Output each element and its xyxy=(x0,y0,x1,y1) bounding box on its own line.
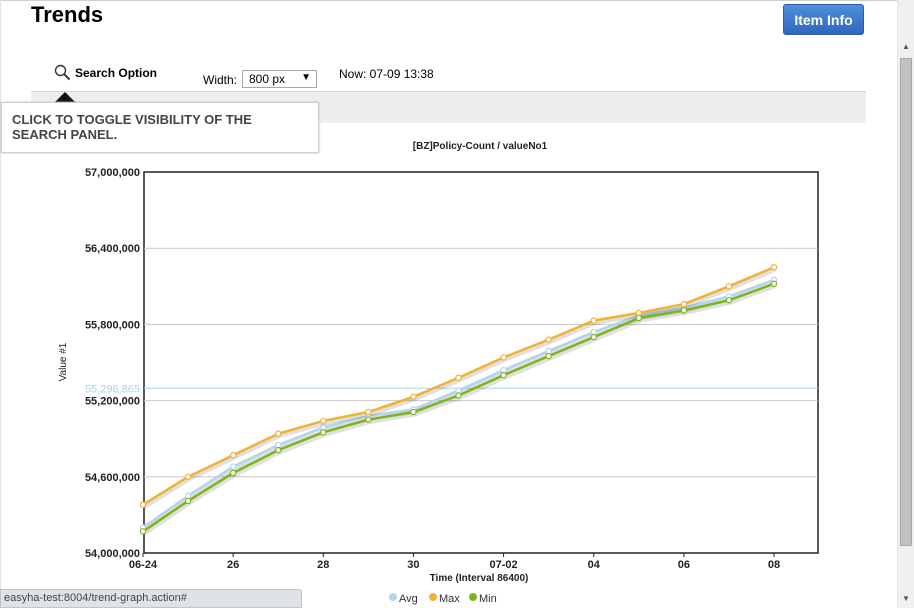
x-tick-label: 30 xyxy=(407,559,419,571)
data-point-max xyxy=(725,283,733,290)
data-point-max xyxy=(275,430,282,437)
data-point-max xyxy=(770,264,778,271)
data-point-min xyxy=(500,372,507,379)
data-point-max xyxy=(229,452,237,459)
data-point-max xyxy=(184,473,192,480)
legend-label-min: Min xyxy=(479,593,497,605)
reference-line-label: 55,296,865 xyxy=(85,383,140,395)
legend-label-avg: Avg xyxy=(399,593,418,605)
data-point-min xyxy=(455,392,462,399)
data-point-min xyxy=(545,352,552,360)
status-bar-url: easyha-test:8004/trend-graph.action# xyxy=(0,589,302,608)
x-tick-label: 26 xyxy=(227,559,239,571)
y-tick-label: 56,400,000 xyxy=(85,243,140,255)
data-point-max xyxy=(635,309,642,317)
data-point-avg xyxy=(590,328,597,336)
data-point-max xyxy=(500,354,507,361)
y-tick-label: 57,000,000 xyxy=(85,167,140,179)
data-point-avg xyxy=(455,387,462,394)
data-point-min xyxy=(184,497,192,505)
trend-chart: 57,000,000 56,400,000 55,800,000 55,200,000… xyxy=(58,141,819,605)
data-point-min xyxy=(229,469,237,477)
data-point-max xyxy=(410,393,417,400)
data-point-max xyxy=(320,417,327,425)
data-point-avg xyxy=(184,492,192,500)
legend-label-max: Max xyxy=(439,593,460,605)
data-point-min xyxy=(365,416,372,423)
data-point-min xyxy=(635,314,642,322)
data-point-min xyxy=(275,446,282,454)
data-point-max xyxy=(545,336,552,343)
data-point-max xyxy=(365,408,372,416)
y-tick-label: 55,800,000 xyxy=(85,319,140,331)
y-tick-label: 54,600,000 xyxy=(85,472,140,484)
data-point-max xyxy=(455,374,462,381)
data-point-min xyxy=(725,297,733,304)
data-point-min xyxy=(590,333,597,341)
x-tick-label: 06-24 xyxy=(129,559,158,571)
scroll-thumb[interactable] xyxy=(900,58,912,546)
legend-marker-avg xyxy=(389,593,397,601)
data-point-min xyxy=(770,280,778,287)
legend-marker-max xyxy=(429,593,437,601)
data-point-avg xyxy=(275,441,282,449)
x-tick-label: 06 xyxy=(678,559,690,571)
data-point-min xyxy=(139,528,147,535)
data-point-avg xyxy=(500,366,507,374)
chart-title: [BZ]Policy-Count / valueNo1 xyxy=(413,141,548,152)
vertical-scrollbar[interactable]: ▲ ▼ xyxy=(897,0,914,608)
data-point-min xyxy=(680,307,688,314)
scroll-down-icon[interactable]: ▼ xyxy=(898,590,914,607)
data-point-max xyxy=(680,300,688,308)
data-point-max xyxy=(590,317,597,324)
data-point-min xyxy=(320,429,327,436)
y-axis-label: Value #1 xyxy=(58,342,69,381)
data-point-min xyxy=(410,408,417,416)
data-point-avg xyxy=(229,463,237,470)
x-tick-label: 07-02 xyxy=(490,559,518,571)
data-point-max xyxy=(139,501,147,508)
x-tick-label: 08 xyxy=(768,559,780,571)
data-point-avg xyxy=(545,347,552,355)
legend-marker-min xyxy=(469,593,477,601)
y-tick-label: 55,200,000 xyxy=(85,396,140,408)
scroll-up-icon[interactable]: ▲ xyxy=(898,38,914,55)
plot-area xyxy=(143,171,819,554)
x-axis-label: Time (Interval 86400) xyxy=(430,573,529,584)
x-tick-label: 28 xyxy=(317,559,329,571)
x-tick-label: 04 xyxy=(588,559,601,571)
